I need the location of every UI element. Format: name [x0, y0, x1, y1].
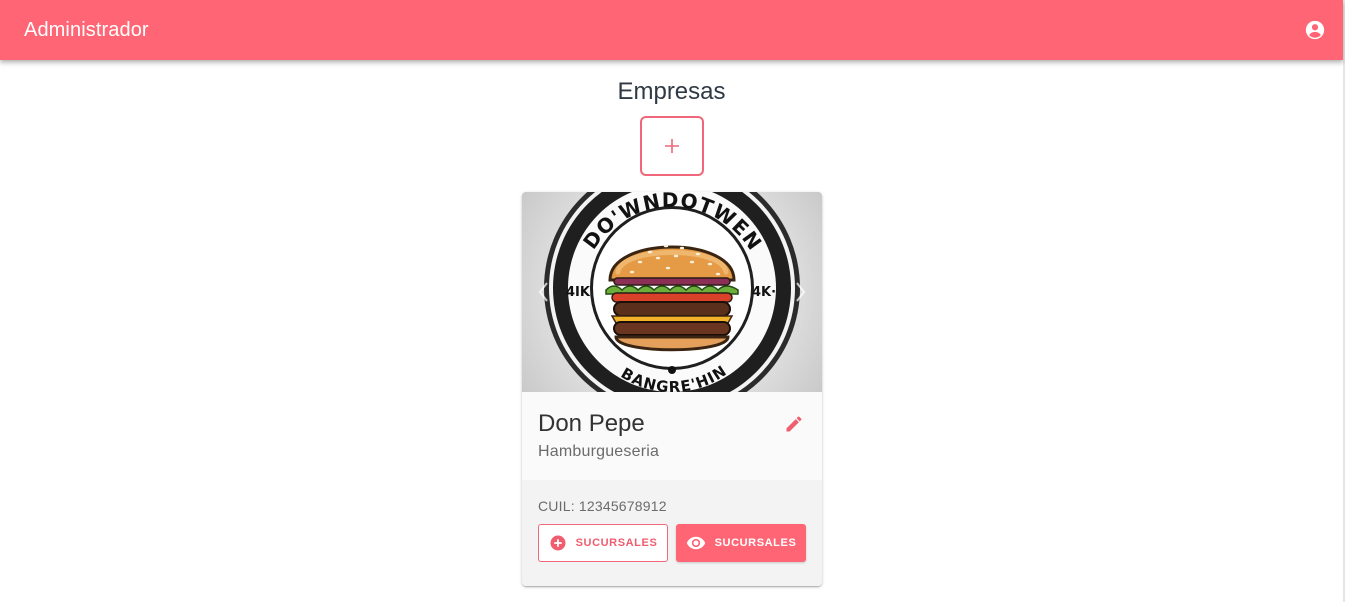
company-name: Don Pepe: [538, 410, 645, 437]
svg-text:4IK: 4IK: [566, 285, 591, 300]
account-circle-icon: [1305, 20, 1325, 40]
edit-company-button[interactable]: [780, 410, 808, 438]
page-title: Empresas: [617, 78, 726, 105]
carousel-prev-button[interactable]: [536, 280, 552, 304]
add-branch-label: Sucursales: [575, 537, 658, 549]
app-title: Administrador: [24, 18, 149, 41]
company-cuil: CUIL: 12345678912: [538, 498, 667, 514]
carousel-next-button[interactable]: [792, 280, 808, 304]
app-bar: Administrador: [0, 0, 1343, 60]
chevron-left-icon: [538, 282, 548, 302]
eye-icon: [686, 536, 705, 550]
plus-circle-icon: [550, 535, 566, 551]
account-button[interactable]: [1301, 16, 1329, 44]
burger-logo-image: 4IK 4K· DO'WNDOTWEN BANGRE'HIN: [544, 192, 800, 392]
view-branches-label: Sucursales: [714, 537, 797, 549]
add-company-button[interactable]: [640, 116, 704, 176]
company-card: 4IK 4K· DO'WNDOTWEN BANGRE'HIN Don Pepe …: [522, 192, 822, 586]
company-category: Hamburgueseria: [538, 443, 660, 460]
company-image-carousel: 4IK 4K· DO'WNDOTWEN BANGRE'HIN: [522, 192, 822, 392]
chevron-right-icon: [796, 282, 806, 302]
pencil-icon: [786, 416, 802, 432]
add-branch-button[interactable]: Sucursales: [538, 524, 668, 562]
svg-text:4K·: 4K·: [752, 285, 776, 300]
view-branches-button[interactable]: Sucursales: [676, 524, 806, 562]
plus-icon: [665, 139, 679, 153]
